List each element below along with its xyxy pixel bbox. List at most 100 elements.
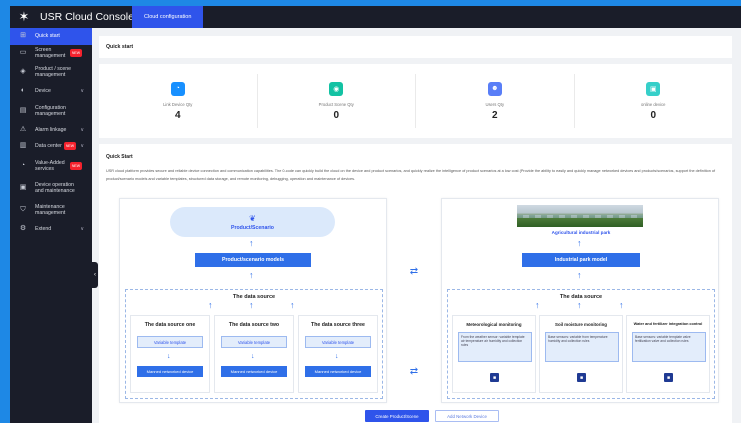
config-icon: ▤ xyxy=(19,106,27,114)
add-network-device-button[interactable]: Add Network Device xyxy=(435,410,499,422)
stat-label: Users Qty xyxy=(485,101,505,107)
sidebar-item-device[interactable]: ◐ Device ∨ xyxy=(10,83,92,100)
chevron-down-icon: ∨ xyxy=(80,143,84,150)
monitor-icon: ▭ xyxy=(19,48,27,56)
shield-icon: ⛉ xyxy=(20,205,26,213)
data-source-title: The data source three xyxy=(311,322,365,328)
sidebar-item-label: Maintenance management xyxy=(35,203,66,216)
arrow-up-icon: ↑ xyxy=(290,300,295,310)
stat-value: 4 xyxy=(174,109,181,121)
arrow-down-icon: ↓ xyxy=(167,353,171,360)
sidebar-item-data-center[interactable]: ▥ Data center NEW ∨ xyxy=(10,138,92,155)
product-diagram: ❦ Product/Scenario ↑ Product/scenario mo… xyxy=(119,198,387,403)
stat-label: Product Scene Qty xyxy=(318,101,354,107)
water-fertilizer-control: Water and fertilizer integration control… xyxy=(626,315,710,393)
chevron-down-icon: ∨ xyxy=(80,88,84,95)
data-source-title: The data source one xyxy=(144,322,196,328)
data-source-title: The data source xyxy=(232,294,276,300)
arrow-up-icon: ↑ xyxy=(249,238,254,248)
sidebar-item-screen-management[interactable]: ▭ Screen management NEW xyxy=(10,45,92,62)
sidebar-item-value-added-services[interactable]: ◔ Value-Added services NEW xyxy=(10,155,92,177)
stat-label: Link Device Qty xyxy=(163,101,193,107)
sidebar-item-device-operation-and-maintenance[interactable]: ▣ Device operation and maintenance xyxy=(10,177,92,199)
monitor-title: Soil moisture monitoring xyxy=(555,322,607,327)
arrow-up-icon: ↑ xyxy=(208,300,213,310)
new-badge: NEW xyxy=(69,48,82,57)
sidebar-item-label: Device xyxy=(35,88,51,95)
quick-start-description: USR cloud platform provides secure and r… xyxy=(106,169,716,181)
quick-start-card: Quick Start USR cloud platform provides … xyxy=(99,144,732,423)
arrow-down-icon: ↓ xyxy=(335,353,339,360)
networked-device-box: Manned networked device xyxy=(305,366,371,377)
stat-card: ◔ Link Device Qty 4 xyxy=(99,74,258,128)
monitor-description: Base sensors: variable from temperature … xyxy=(545,332,619,362)
sidebar-item-extend[interactable]: ⚙ Extend ∨ xyxy=(10,221,92,238)
main-content: Quick start ◔ Link Device Qty 4 ◉ Product Sc… xyxy=(92,28,741,423)
alarm-icon: ⚠ xyxy=(19,125,27,133)
sidebar-item-label: Quick start xyxy=(35,33,60,40)
link-icon: ◔ xyxy=(170,81,185,96)
online-icon: ▣ xyxy=(646,81,661,96)
sidebar-item-configuration-management[interactable]: ▤ Configuration management xyxy=(10,100,92,122)
stat-card: ▣ online device 0 xyxy=(575,74,733,128)
tab-cloud-configuration[interactable]: Cloud configuration xyxy=(132,6,204,28)
monitor-description: Base sensors: variable template valve fe… xyxy=(632,332,706,362)
gift-icon: ◔ xyxy=(20,161,26,169)
stat-value: 0 xyxy=(333,109,340,121)
product-scenario-pill: ❦ Product/Scenario xyxy=(170,207,335,237)
device-icon: ■ xyxy=(577,373,586,382)
meteorological-monitoring: Meteorological monitoring From the weath… xyxy=(452,315,536,393)
arrow-up-icon: ↑ xyxy=(577,270,582,280)
app-window: ✶ USR Cloud Console Cloud configuration … xyxy=(10,6,741,423)
product-icon: ◉ xyxy=(329,81,344,96)
new-badge: NEW xyxy=(69,161,82,170)
device-icon: ◐ xyxy=(20,87,26,95)
variable-template-box: Variable template xyxy=(305,336,371,348)
logo-icon: ✶ xyxy=(18,9,30,24)
soil-moisture-monitoring: Soil moisture monitoring Base sensors: v… xyxy=(539,315,623,393)
user-icon: ☻ xyxy=(487,81,502,96)
stat-value: 2 xyxy=(491,109,498,121)
monitor-title: Meteorological monitoring xyxy=(466,322,522,327)
sidebar-item-label: Device operation and maintenance xyxy=(35,181,75,194)
sidebar-item-alarm-linkage[interactable]: ⚠ Alarm linkage ∨ xyxy=(10,122,92,139)
data-source-two: The data source two Variable template ↓ … xyxy=(214,315,294,393)
stat-card: ☻ Users Qty 2 xyxy=(416,74,575,128)
arrow-up-icon: ↑ xyxy=(577,300,582,310)
industrial-park-diagram: Agricultural industrial park ↑ Industria… xyxy=(441,198,719,403)
arrow-up-icon: ↑ xyxy=(619,300,624,310)
variable-template-box: Variable template xyxy=(221,336,287,348)
app-title: USR Cloud Console xyxy=(40,11,134,23)
device-icon: ■ xyxy=(664,373,673,382)
sidebar-item-maintenance-management[interactable]: ⛉ Maintenance management xyxy=(10,199,92,221)
page-title: Quick start xyxy=(99,36,732,58)
agricultural-park-image xyxy=(517,205,643,227)
new-badge: NEW xyxy=(63,142,76,151)
data-source-three: The data source three Variable template … xyxy=(298,315,378,393)
swap-arrows-icon: ⇄ xyxy=(409,366,419,377)
stat-value: 0 xyxy=(650,109,657,121)
extend-icon: ⚙ xyxy=(19,224,27,232)
product-model-box: Product/scenario models xyxy=(195,253,311,267)
stat-card: ◉ Product Scene Qty 0 xyxy=(258,74,416,128)
top-bar: ✶ USR Cloud Console Cloud configuration xyxy=(10,6,741,28)
create-product-scene-button[interactable]: Create Product/Scene xyxy=(365,410,429,422)
chart-icon: ▥ xyxy=(19,142,27,150)
monitor-description: From the weather sensor: variable templa… xyxy=(458,332,532,362)
sidebar-item-product-scene-management[interactable]: ◈ Product / scene management xyxy=(10,61,92,83)
grid-icon: ⊞ xyxy=(20,32,26,40)
wrench-icon: ▣ xyxy=(19,183,27,191)
sidebar-item-quick-start[interactable]: ⊞ Quick start xyxy=(10,28,92,45)
sidebar-item-label: Extend xyxy=(35,225,52,232)
swap-arrows-icon: ⇄ xyxy=(409,266,419,277)
sidebar-item-label: Configuration management xyxy=(35,104,66,117)
product-scenario-label: Product/Scenario xyxy=(231,224,274,231)
stat-label: online device xyxy=(641,101,666,107)
arrow-up-icon: ↑ xyxy=(249,300,254,310)
device-icon: ■ xyxy=(490,373,499,382)
data-source-title: The data source two xyxy=(228,322,280,328)
agricultural-park-label: Agricultural industrial park xyxy=(551,230,611,235)
park-model-box: Industrial park model xyxy=(522,253,640,267)
chevron-down-icon: ∨ xyxy=(80,225,84,232)
chevron-down-icon: ∨ xyxy=(80,126,84,133)
